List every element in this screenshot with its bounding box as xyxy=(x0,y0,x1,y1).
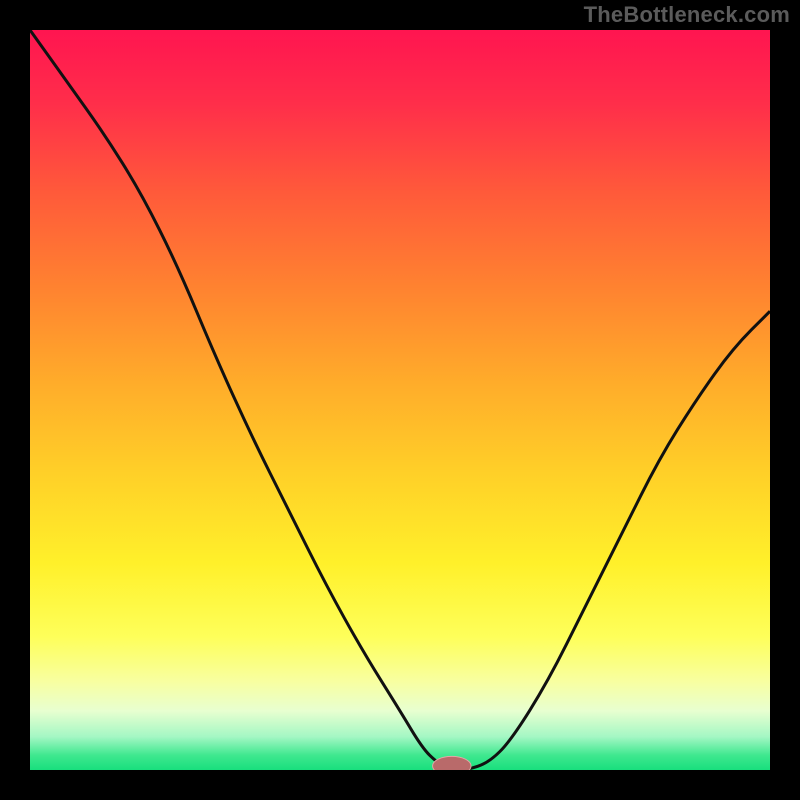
watermark-text: TheBottleneck.com xyxy=(584,2,790,28)
plot-area xyxy=(30,30,770,770)
chart-frame: TheBottleneck.com xyxy=(0,0,800,800)
bottleneck-plot-svg xyxy=(30,30,770,770)
gradient-background xyxy=(30,30,770,770)
